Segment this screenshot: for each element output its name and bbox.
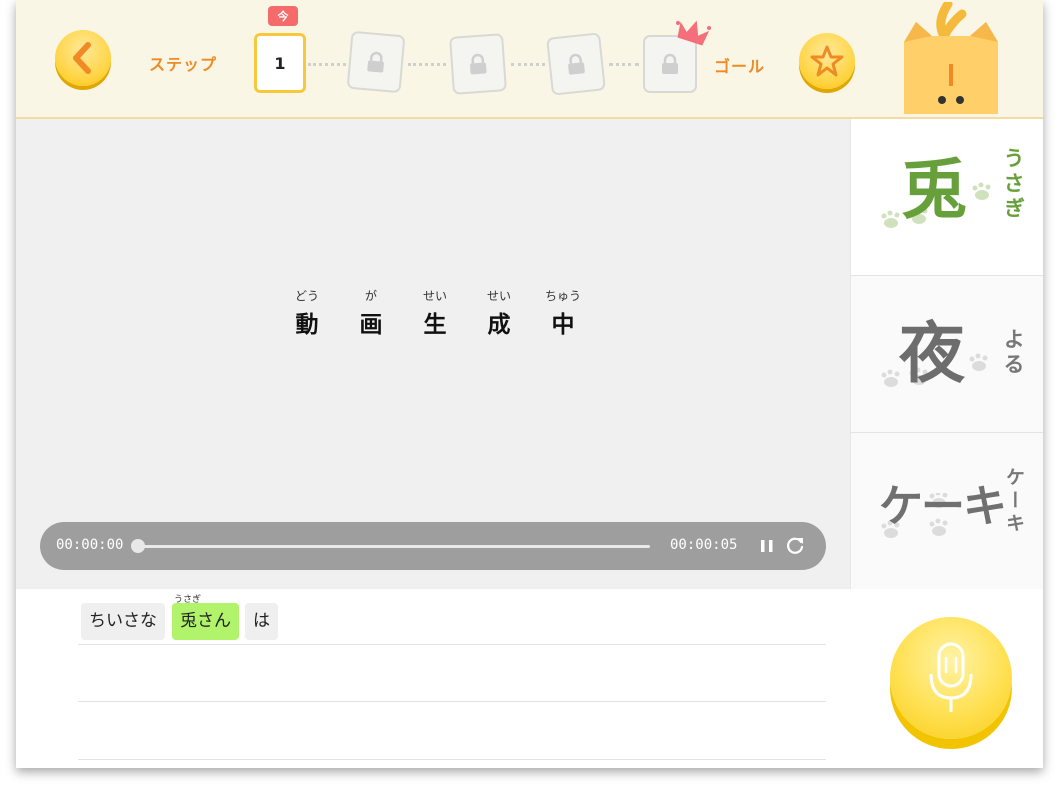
status-ruby: せい bbox=[486, 289, 511, 303]
sentence-chip[interactable]: は bbox=[245, 603, 278, 640]
back-button[interactable] bbox=[55, 30, 111, 86]
word-text: 兎 bbox=[901, 151, 967, 228]
crown-icon bbox=[676, 20, 711, 46]
word-text: ケーキ bbox=[879, 481, 1007, 532]
step-connector bbox=[408, 63, 446, 66]
word-reading: よる bbox=[1001, 328, 1025, 378]
status-char: せい 生 bbox=[416, 287, 454, 339]
word-card-keki[interactable]: ケーキ ケーキ bbox=[851, 433, 1043, 589]
status-ruby: せい bbox=[422, 289, 447, 303]
status-char: が 画 bbox=[352, 287, 390, 339]
writing-line bbox=[78, 759, 826, 760]
chevron-left-icon bbox=[73, 42, 91, 74]
star-button[interactable] bbox=[799, 33, 855, 89]
step-connector bbox=[511, 63, 545, 66]
status-char: せい 成 bbox=[480, 287, 518, 339]
lock-icon bbox=[568, 53, 585, 75]
word-card-yoru[interactable]: 夜 よる bbox=[851, 276, 1043, 433]
step-piece-locked bbox=[546, 32, 606, 96]
video-area: どう 動 が 画 せい 生 せい 成 ちゅう 中 00:00:00 00:00:… bbox=[16, 119, 850, 589]
step-piece-locked bbox=[346, 30, 406, 94]
status-kanji: 生 bbox=[423, 312, 447, 338]
microphone-icon bbox=[929, 642, 973, 712]
word-text: 夜 bbox=[899, 315, 965, 392]
video-player-controls: 00:00:00 00:00:05 bbox=[40, 522, 826, 570]
seek-bar[interactable] bbox=[140, 545, 650, 548]
seek-handle[interactable] bbox=[131, 539, 145, 553]
total-time: 00:00:05 bbox=[670, 537, 738, 553]
status-ruby: ちゅう bbox=[544, 289, 581, 303]
lock-icon bbox=[662, 53, 678, 74]
status-kanji: 動 bbox=[295, 312, 319, 338]
step-piece-current[interactable]: 1 bbox=[254, 33, 306, 93]
writing-line bbox=[78, 644, 826, 645]
mic-button[interactable] bbox=[890, 617, 1012, 739]
status-ruby: が bbox=[364, 289, 377, 303]
header: ステップ 今 1 ゴール bbox=[16, 0, 1043, 119]
generating-status: どう 動 が 画 せい 生 せい 成 ちゅう 中 bbox=[288, 287, 582, 339]
word-reading: うさぎ bbox=[1001, 147, 1025, 222]
sentence-chip[interactable]: ちいさな bbox=[81, 603, 165, 640]
word-choice-panel: 兎 うさぎ 夜 よる ケーキ ケーキ bbox=[850, 119, 1043, 589]
step-label: ステップ bbox=[149, 55, 218, 74]
status-char: どう 動 bbox=[288, 287, 326, 339]
cat-mascot-icon bbox=[904, 2, 998, 114]
goal-label: ゴール bbox=[714, 57, 766, 76]
step-piece-locked bbox=[449, 33, 507, 95]
lock-icon bbox=[367, 51, 384, 73]
status-kanji: 中 bbox=[551, 312, 575, 338]
sentence-chip-selected[interactable]: 兎さん bbox=[172, 603, 239, 640]
lock-icon bbox=[470, 53, 487, 75]
writing-line bbox=[78, 701, 826, 702]
word-card-usagi[interactable]: 兎 うさぎ bbox=[851, 119, 1043, 276]
current-time: 00:00:00 bbox=[56, 537, 124, 553]
status-kanji: 画 bbox=[359, 312, 383, 338]
status-ruby: どう bbox=[294, 289, 319, 303]
current-step-number: 1 bbox=[274, 53, 286, 73]
sentence-area: うさぎ ちいさな 兎さん は bbox=[16, 589, 1043, 768]
replay-icon[interactable] bbox=[784, 535, 806, 557]
step-connector bbox=[609, 63, 639, 66]
status-kanji: 成 bbox=[487, 312, 511, 338]
now-badge: 今 bbox=[268, 6, 298, 26]
star-icon bbox=[810, 45, 844, 77]
step-connector bbox=[308, 63, 346, 66]
pause-icon[interactable] bbox=[758, 537, 776, 555]
status-char: ちゅう 中 bbox=[544, 287, 582, 339]
word-reading: ケーキ bbox=[1003, 467, 1025, 536]
app-frame: ステップ 今 1 ゴール どう 動 が 画 せい 生 せい 成 ちゅう 中 00… bbox=[16, 0, 1043, 768]
